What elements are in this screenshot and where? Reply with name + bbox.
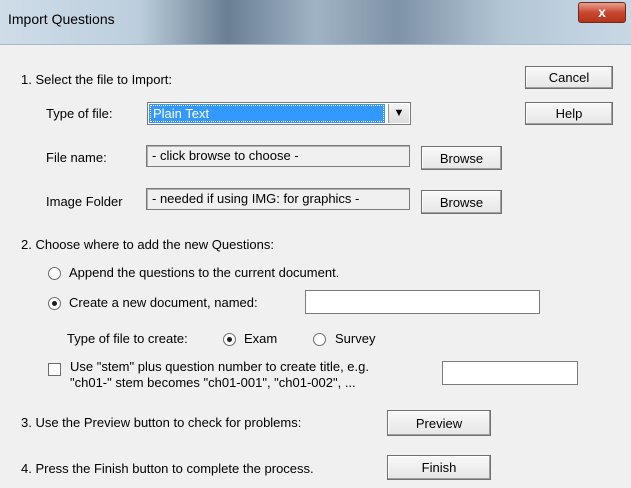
image-folder-label: Image Folder [46,194,123,209]
use-stem-checkbox[interactable] [48,363,61,376]
import-dialog: 1. Select the file to Import: Cancel Hel… [0,44,631,488]
append-radio[interactable] [48,267,61,280]
type-of-file-value: Plain Text [149,104,385,123]
preview-button[interactable]: Preview [387,410,491,436]
step4-text: 4. Press the Finish button to complete t… [21,461,314,476]
exam-label: Exam [244,331,278,346]
type-of-file-label: Type of file: [46,106,113,121]
step1-heading: 1. Select the file to Import: [21,72,173,87]
create-new-label: Create a new document, named: [69,295,258,310]
stem-input[interactable] [442,361,578,385]
append-label: Append the questions to the current docu… [69,265,340,280]
browse-image-button[interactable]: Browse [421,190,502,214]
help-button[interactable]: Help [525,102,613,125]
new-document-name-input[interactable] [305,290,540,314]
cancel-button[interactable]: Cancel [525,66,613,89]
stem-description-line1: Use "stem" plus question number to creat… [70,359,369,374]
step2-heading: 2. Choose where to add the new Questions… [21,237,274,252]
finish-button[interactable]: Finish [387,455,491,480]
survey-label: Survey [335,331,376,346]
image-folder-field: - needed if using IMG: for graphics - [146,188,410,210]
file-type-label: Type of file to create: [67,331,188,346]
type-of-file-select[interactable]: Plain Text ▼ [147,102,411,125]
title-bar: Import Questions x [0,0,631,44]
stem-description-line2: "ch01-" stem becomes "ch01-001", "ch01-0… [70,375,356,390]
file-name-label: File name: [46,150,107,165]
close-button[interactable]: x [578,2,626,23]
close-icon: x [598,4,606,20]
exam-radio[interactable] [223,333,236,346]
survey-radio[interactable] [313,333,326,346]
create-new-radio[interactable] [48,297,61,310]
file-name-field: - click browse to choose - [146,145,410,167]
window-title: Import Questions [8,11,115,27]
browse-file-button[interactable]: Browse [421,146,502,170]
step3-text: 3. Use the Preview button to check for p… [21,415,302,430]
chevron-down-icon[interactable]: ▼ [388,104,409,123]
